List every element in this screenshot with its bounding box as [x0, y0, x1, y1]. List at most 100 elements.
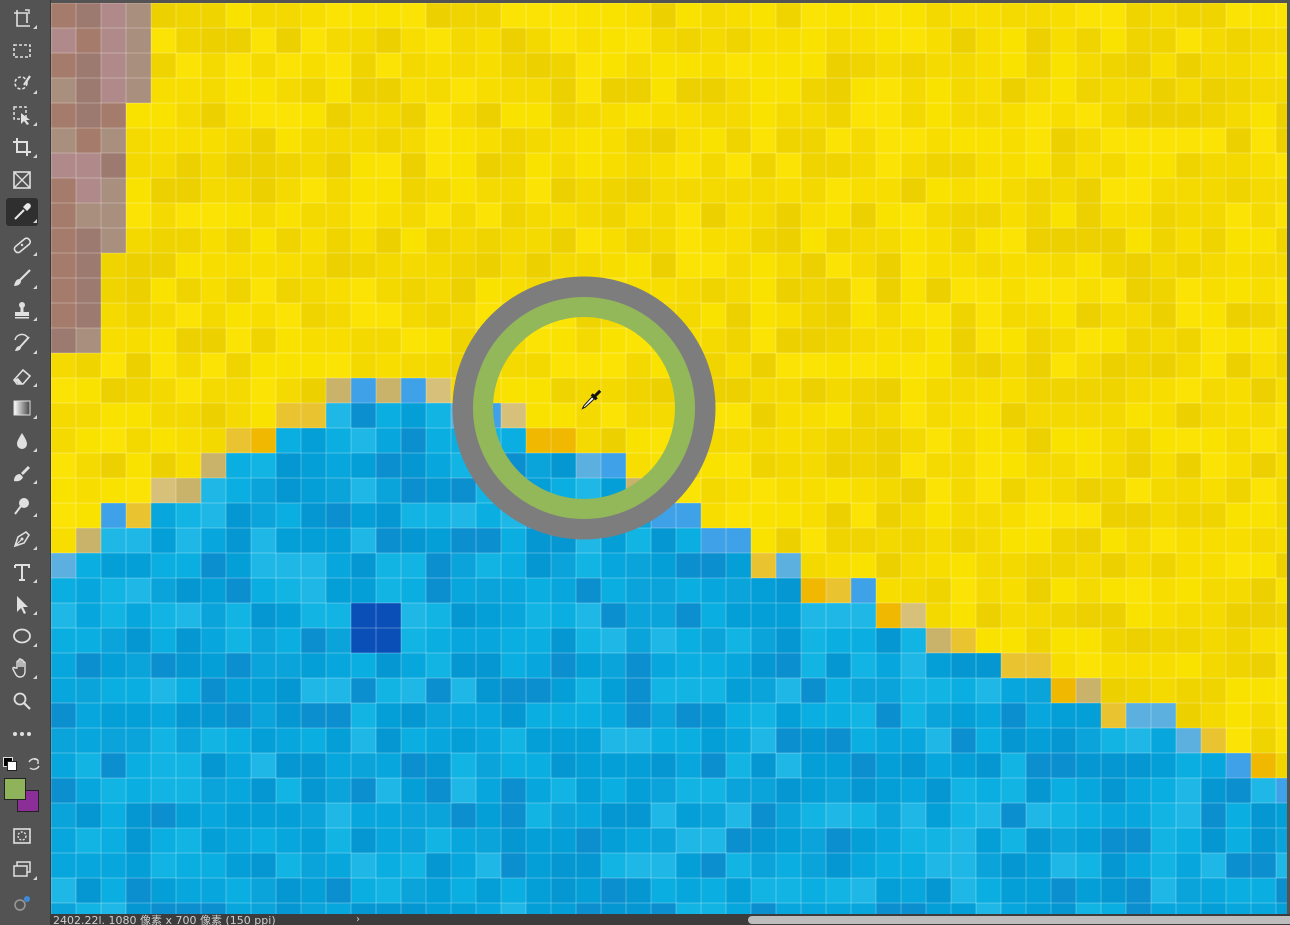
hand-tool[interactable]	[6, 654, 38, 682]
eraser-tool[interactable]	[6, 362, 38, 390]
pixel-cell	[1026, 478, 1051, 503]
pixel-cell	[1251, 278, 1276, 303]
eyedropper-tool[interactable]	[6, 198, 38, 226]
blur-tool[interactable]	[6, 427, 38, 455]
pixel-cell	[1051, 653, 1076, 678]
pixel-cell	[776, 503, 801, 528]
dodge-tool[interactable]	[6, 492, 38, 520]
document-canvas[interactable]	[51, 3, 1287, 914]
pixel-cell	[301, 353, 326, 378]
zoom-tool[interactable]	[6, 687, 38, 715]
default-colors-icon[interactable]	[3, 757, 17, 771]
pixel-cell	[226, 528, 251, 553]
ellipse-tool[interactable]	[6, 622, 38, 650]
quick-selection-tool[interactable]	[6, 69, 38, 97]
pixel-cell	[1276, 153, 1287, 178]
pixel-cell	[651, 603, 676, 628]
frame-tool[interactable]	[6, 166, 38, 194]
crop-tool[interactable]	[6, 133, 38, 161]
screen-mode-button[interactable]	[6, 855, 38, 883]
pixel-cell	[201, 503, 226, 528]
pixel-cell	[1251, 578, 1276, 603]
rectangular-marquee-tool[interactable]	[6, 37, 38, 65]
history-brush-tool[interactable]	[6, 329, 38, 357]
clone-stamp-tool[interactable]	[6, 296, 38, 324]
pixel-cell	[251, 303, 276, 328]
pixel-cell	[976, 903, 1001, 914]
pixel-cell	[376, 853, 401, 878]
pixel-cell	[751, 603, 776, 628]
brush-tool[interactable]	[6, 264, 38, 292]
object-selection-tool[interactable]	[6, 101, 38, 129]
pixel-cell	[76, 528, 101, 553]
pixel-cell	[276, 803, 301, 828]
swap-colors-icon[interactable]	[26, 756, 42, 772]
pixel-cell	[1201, 528, 1226, 553]
pixel-cell	[1176, 253, 1201, 278]
healing-brush-tool[interactable]	[6, 231, 38, 259]
pixel-cell	[676, 3, 701, 28]
pixel-cell	[126, 553, 151, 578]
pixel-cell	[126, 603, 151, 628]
pixel-cell	[101, 228, 126, 253]
pixel-cell	[1201, 728, 1226, 753]
pixel-cell	[776, 178, 801, 203]
pixel-cell	[176, 103, 201, 128]
pixel-cell	[326, 803, 351, 828]
pixel-cell	[401, 203, 426, 228]
pixel-cell	[226, 778, 251, 803]
pixel-cell	[1076, 778, 1101, 803]
pixel-cell	[76, 453, 101, 478]
pixel-cell	[326, 53, 351, 78]
edit-toolbar-button[interactable]	[6, 890, 38, 918]
sponge-tool[interactable]	[6, 459, 38, 487]
pixel-cell	[376, 178, 401, 203]
pixel-cell	[1176, 578, 1201, 603]
pixel-cell	[151, 78, 176, 103]
pixel-cell	[1051, 553, 1076, 578]
pixel-cell	[726, 28, 751, 53]
artboard-tool[interactable]	[6, 4, 38, 32]
path-selection-tool[interactable]	[6, 590, 38, 618]
pixel-cell	[1051, 253, 1076, 278]
pixel-cell	[751, 628, 776, 653]
pixel-cell	[526, 653, 551, 678]
more-tools[interactable]	[6, 720, 38, 748]
pixel-cell	[626, 353, 651, 378]
pixel-cell	[301, 753, 326, 778]
pixel-cell	[926, 228, 951, 253]
horizontal-scrollbar[interactable]	[353, 914, 1290, 925]
pixel-cell	[1151, 253, 1176, 278]
pixel-cell	[1151, 653, 1176, 678]
pixel-cell	[301, 778, 326, 803]
pixel-cell	[176, 403, 201, 428]
pixel-cell	[1001, 453, 1026, 478]
pixel-cell	[1151, 153, 1176, 178]
pixel-cell	[1076, 478, 1101, 503]
pixel-cell	[551, 728, 576, 753]
scrollbar-thumb[interactable]	[748, 916, 1290, 924]
pixel-cell	[1226, 378, 1251, 403]
pixel-cell	[951, 528, 976, 553]
pixel-cell	[751, 653, 776, 678]
pixel-cell	[251, 878, 276, 903]
pixel-cell	[651, 553, 676, 578]
type-tool[interactable]	[6, 558, 38, 586]
pixel-cell	[826, 428, 851, 453]
pixel-cell	[101, 378, 126, 403]
foreground-color-swatch[interactable]	[4, 778, 26, 800]
pixel-cell	[676, 378, 701, 403]
quick-mask-button[interactable]	[6, 822, 38, 850]
gradient-tool[interactable]	[6, 394, 38, 422]
pixel-cell	[801, 778, 826, 803]
pen-tool[interactable]	[6, 525, 38, 553]
pixel-cell	[701, 653, 726, 678]
pixel-cell	[776, 353, 801, 378]
edit-toolbar-icon	[14, 896, 30, 911]
pixel-cell	[1051, 328, 1076, 353]
pixel-cell	[976, 378, 1001, 403]
pixel-cell	[151, 628, 176, 653]
pixel-cell	[151, 603, 176, 628]
pixel-cell	[51, 203, 76, 228]
pixel-cell	[1051, 678, 1076, 703]
